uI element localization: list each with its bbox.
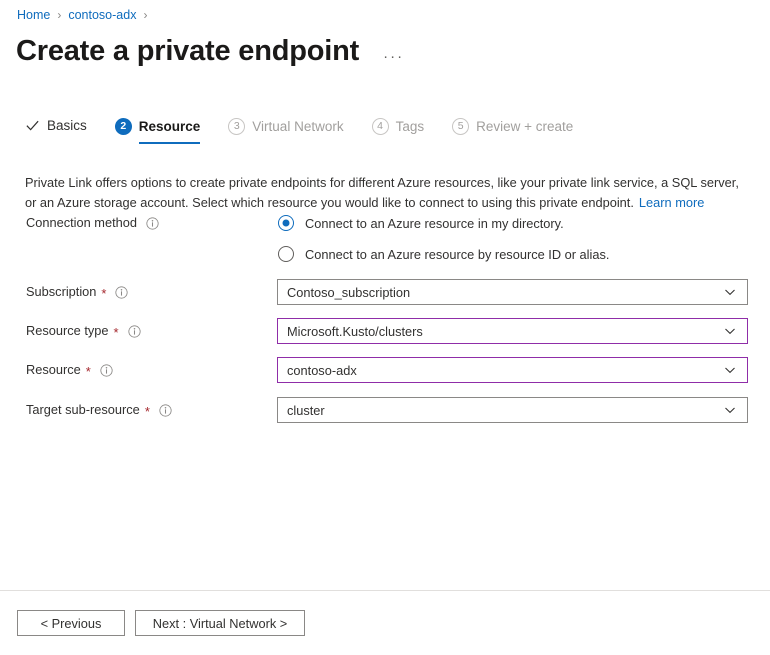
info-icon[interactable] [146,216,159,230]
radio-label: Connect to an Azure resource in my direc… [305,215,564,231]
checkmark-icon [26,120,39,131]
tab-review-create[interactable]: 5 Review + create [452,118,573,144]
label-text: Resource [26,362,81,377]
form-row-connection-method: Connection method Connect to an Azure re… [0,212,770,262]
form-row-target-sub-resource: Target sub-resource * cluster [0,397,770,423]
tab-label: Basics [47,118,87,133]
required-marker: * [144,403,150,419]
chevron-down-icon [725,328,735,335]
previous-button[interactable]: < Previous [17,610,125,636]
connection-method-radio-group: Connect to an Azure resource in my direc… [278,212,609,274]
form-row-resource-type: Resource type * Microsoft.Kusto/clusters [0,318,770,344]
tab-virtual-network[interactable]: 3 Virtual Network [228,118,344,144]
resource-type-label: Resource type * [26,320,141,342]
wizard-tabs: Basics 2 Resource 3 Virtual Network 4 Ta… [25,118,601,152]
info-icon[interactable] [100,363,113,377]
tab-label: Review + create [476,119,574,134]
label-text: Connection method [26,215,137,230]
tab-tags[interactable]: 4 Tags [371,118,425,144]
description-text: Private Link offers options to create pr… [25,175,739,210]
resource-type-value: Microsoft.Kusto/clusters [287,323,423,339]
next-virtual-network-button[interactable]: Next : Virtual Network > [135,610,305,636]
radio-mark-icon [278,215,294,231]
chevron-down-icon [725,367,735,374]
resource-label: Resource * [26,359,113,381]
more-options-icon[interactable]: ··· [383,48,404,70]
subscription-label: Subscription * [26,281,129,303]
target-sub-resource-dropdown[interactable]: cluster [277,397,748,423]
info-icon[interactable] [115,285,129,299]
required-marker: * [85,363,91,379]
resource-value: contoso-adx [287,362,357,378]
resource-dropdown[interactable]: contoso-adx [277,357,748,383]
resource-type-dropdown[interactable]: Microsoft.Kusto/clusters [277,318,748,344]
required-marker: * [113,324,119,340]
tab-basics[interactable]: Basics [25,118,87,142]
connection-method-label: Connection method [26,212,159,234]
step-number-badge: 3 [228,118,246,135]
tab-label: Resource [138,119,201,134]
radio-connect-in-directory[interactable]: Connect to an Azure resource in my direc… [278,212,609,234]
form-row-resource: Resource * contoso-adx [0,357,770,383]
footer-divider [0,590,770,591]
radio-label: Connect to an Azure resource by resource… [305,246,610,262]
info-icon[interactable] [127,324,141,338]
step-number-badge: 5 [452,118,470,135]
tab-resource[interactable]: 2 Resource [114,118,201,144]
chevron-down-icon [725,407,735,414]
active-tab-indicator [138,142,201,144]
tab-label: Virtual Network [252,119,344,134]
breadcrumb-item-home[interactable]: Home [17,7,50,23]
page-title: Create a private endpoint [16,35,360,67]
required-marker: * [101,285,107,301]
step-number-badge: 2 [114,118,132,135]
section-description: Private Link offers options to create pr… [25,173,747,213]
target-sub-resource-label: Target sub-resource * [26,399,172,421]
label-text: Resource type [26,323,109,338]
chevron-down-icon [725,289,735,296]
label-text: Target sub-resource [26,402,140,417]
wizard-footer: < Previous Next : Virtual Network > [17,610,305,636]
breadcrumb-item-contoso-adx[interactable]: contoso-adx [68,7,136,23]
target-sub-resource-value: cluster [287,402,325,418]
tab-label: Tags [395,119,425,134]
breadcrumb-separator-icon: › [57,8,62,22]
subscription-dropdown[interactable]: Contoso_subscription [277,279,748,305]
form-row-subscription: Subscription * Contoso_subscription [0,279,770,305]
radio-mark-icon [278,246,294,262]
learn-more-link[interactable]: Learn more [639,195,704,210]
label-text: Subscription [26,284,97,299]
radio-connect-by-resource-id[interactable]: Connect to an Azure resource by resource… [278,243,609,265]
page-header: Create a private endpoint ··· [16,32,404,70]
info-icon[interactable] [159,403,172,417]
subscription-value: Contoso_subscription [287,284,411,300]
breadcrumb-separator-icon: › [143,8,148,22]
step-number-badge: 4 [371,118,389,135]
breadcrumb: Home › contoso-adx › [17,7,154,23]
